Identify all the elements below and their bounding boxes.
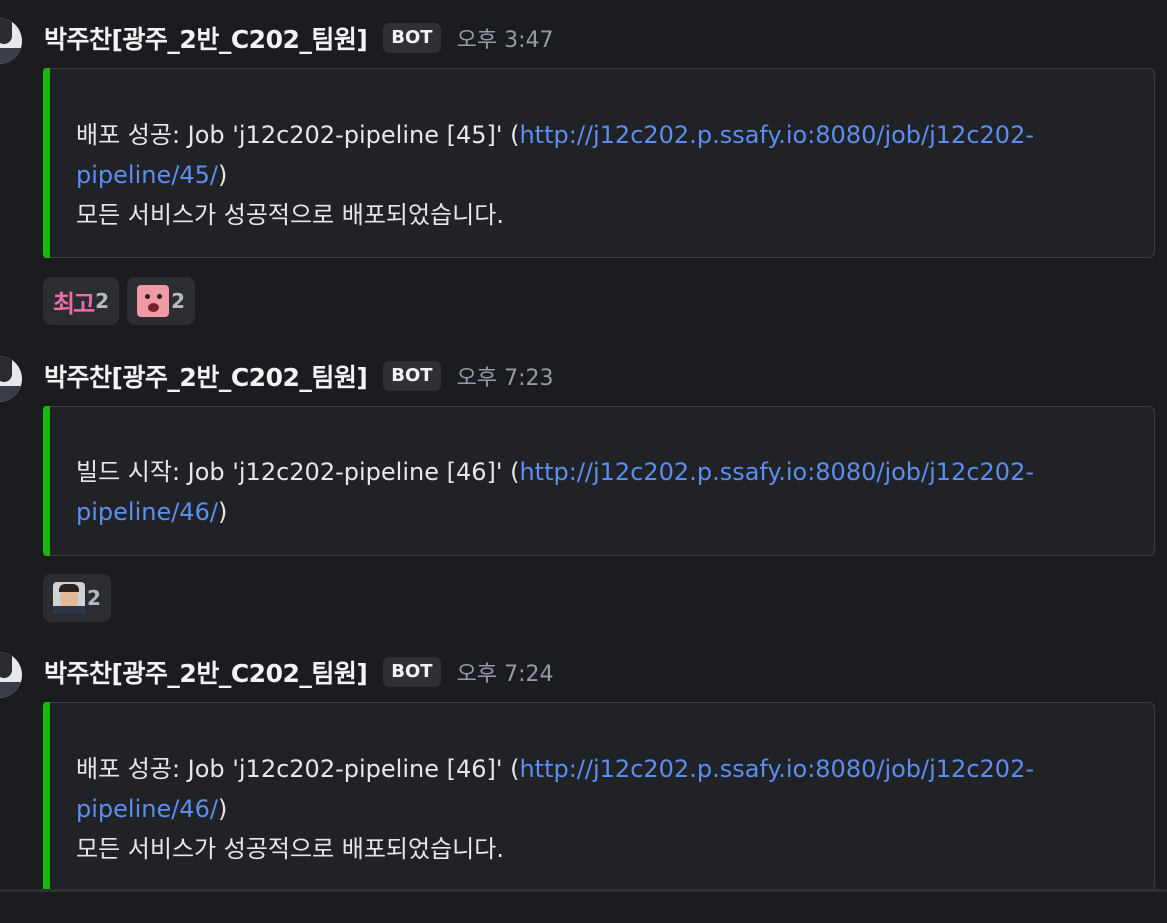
embed-description: 배포 성공: Job 'j12c202-pipeline [46]' (http… [76, 749, 1114, 869]
reaction-count: 2 [95, 289, 110, 313]
embed-description: 빌드 시작: Job 'j12c202-pipeline [46]' (http… [76, 452, 1114, 532]
embed-accent-bar [43, 406, 50, 556]
divider [0, 889, 1167, 892]
embed-text-suffix: ) [217, 795, 228, 823]
username[interactable]: 박주찬[광주_2반_C202_팀원] [44, 358, 368, 394]
pig-face-emoji-icon [137, 285, 170, 317]
reaction-pig[interactable]: 2 [127, 277, 196, 325]
bot-badge: BOT [383, 23, 441, 53]
embed: 빌드 시작: Job 'j12c202-pipeline [46]' (http… [43, 406, 1155, 556]
reactions: 2 [43, 574, 111, 622]
message-header: 박주찬[광주_2반_C202_팀원] BOT 오후 7:24 [44, 652, 553, 692]
embed-accent-bar [43, 702, 50, 892]
chat-log: 박주찬[광주_2반_C202_팀원] BOT 오후 3:47 배포 성공: Jo… [0, 0, 1167, 923]
message-header: 박주찬[광주_2반_C202_팀원] BOT 오후 3:47 [44, 18, 553, 58]
avatar[interactable] [0, 356, 22, 402]
bot-badge: BOT [383, 657, 441, 687]
message-header: 박주찬[광주_2반_C202_팀원] BOT 오후 7:23 [44, 356, 553, 396]
embed-accent-bar [43, 68, 50, 258]
timestamp: 오후 3:47 [456, 28, 554, 53]
timestamp: 오후 7:23 [456, 366, 554, 391]
avatar[interactable] [0, 652, 22, 698]
embed-text-line2: 모든 서비스가 성공적으로 배포되었습니다. [76, 201, 504, 229]
reaction-best[interactable]: 최고 2 [43, 277, 120, 325]
reaction-count: 2 [171, 289, 186, 313]
embed-text: 배포 성공: Job 'j12c202-pipeline [45]' ( [76, 121, 520, 149]
embed-text-suffix: ) [217, 498, 228, 526]
bot-badge: BOT [383, 361, 441, 391]
man-face-emoji-icon [53, 582, 85, 614]
reactions: 최고 2 2 [43, 277, 196, 325]
embed-text: 빌드 시작: Job 'j12c202-pipeline [46]' ( [76, 458, 520, 486]
username[interactable]: 박주찬[광주_2반_C202_팀원] [44, 654, 368, 690]
embed-text-suffix: ) [217, 161, 228, 189]
reaction-man-face[interactable]: 2 [43, 574, 111, 622]
embed-text-line2: 모든 서비스가 성공적으로 배포되었습니다. [76, 835, 504, 863]
timestamp: 오후 7:24 [456, 662, 554, 687]
username[interactable]: 박주찬[광주_2반_C202_팀원] [44, 20, 368, 56]
embed-description: 배포 성공: Job 'j12c202-pipeline [45]' (http… [76, 115, 1114, 235]
best-emoji-icon: 최고 [53, 289, 95, 318]
embed: 배포 성공: Job 'j12c202-pipeline [46]' (http… [43, 702, 1155, 892]
embed-text: 배포 성공: Job 'j12c202-pipeline [46]' ( [76, 755, 520, 783]
avatar[interactable] [0, 18, 22, 64]
reaction-count: 2 [87, 586, 101, 610]
embed: 배포 성공: Job 'j12c202-pipeline [45]' (http… [43, 68, 1155, 258]
